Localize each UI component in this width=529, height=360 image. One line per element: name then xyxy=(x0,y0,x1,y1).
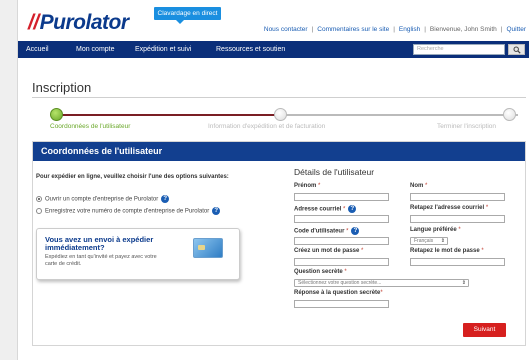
secret-answer-label: Réponse à la question secrète* xyxy=(294,290,383,296)
live-chat-button[interactable]: Clavardage en direct xyxy=(154,7,221,24)
logo-text: Purolator xyxy=(39,11,129,34)
option-register-account-label: Enregistrez votre numéro de compte d'ent… xyxy=(45,208,210,215)
chevron-updown-icon: ⇕ xyxy=(440,238,445,244)
secret-answer-field[interactable] xyxy=(294,300,389,308)
nav-item-resources[interactable]: Ressources et soutien xyxy=(216,41,285,58)
logout-link[interactable]: Quitter xyxy=(506,26,526,33)
help-icon[interactable]: ? xyxy=(161,195,170,203)
progress-remaining xyxy=(280,114,518,116)
main-nav: Accueil Mon compte Expédition et suivi R… xyxy=(18,41,529,58)
password-field[interactable] xyxy=(294,258,389,266)
user-details-title: Détails de l'utilisateur xyxy=(294,167,375,177)
divider xyxy=(32,97,526,98)
guest-shipping-promo[interactable]: Vous avez un envoi à expédier immédiatem… xyxy=(36,228,240,280)
progress-fill xyxy=(56,114,280,116)
step-2-marker xyxy=(274,108,287,121)
last-name-field[interactable] xyxy=(410,193,505,201)
step-1-marker xyxy=(50,108,63,121)
user-code-field[interactable] xyxy=(294,237,389,245)
search-icon xyxy=(513,46,521,54)
registration-panel: Coordonnées de l'utilisateur Pour expédi… xyxy=(32,141,526,346)
email-field[interactable] xyxy=(294,215,389,223)
step-3-marker xyxy=(503,108,516,121)
progress-track xyxy=(56,114,518,116)
email-confirm-label: Retapez l'adresse courriel * xyxy=(410,205,489,211)
secret-question-value: Sélectionnez votre question secrète... xyxy=(298,280,382,286)
secret-question-label: Question secrète * xyxy=(294,269,347,275)
help-icon[interactable]: ? xyxy=(351,227,360,235)
step-1-label: Coordonnées de l'utilisateur xyxy=(50,123,131,130)
search-input[interactable]: Recherche xyxy=(413,44,505,55)
option-register-account-radio[interactable] xyxy=(36,208,42,214)
option-register-account[interactable]: Enregistrez votre numéro de compte d'ent… xyxy=(45,207,221,215)
password-label: Créez un mot de passe * xyxy=(294,248,364,254)
option-open-account[interactable]: Ouvrir un compte d'entreprise de Purolat… xyxy=(45,195,170,203)
next-button[interactable]: Suivant xyxy=(463,323,506,337)
top-bar: //Purolator Clavardage en direct Nous co… xyxy=(18,0,529,41)
page-frame: //Purolator Clavardage en direct Nous co… xyxy=(17,0,529,360)
page-title: Inscription xyxy=(32,80,92,95)
user-code-label: Code d'utilisateur *? xyxy=(294,227,360,235)
feedback-link[interactable]: Commentaires sur le site xyxy=(317,26,389,33)
user-greeting: Bienvenue, John Smith xyxy=(429,26,497,33)
first-name-label: Prénom * xyxy=(294,183,321,189)
language-label: Langue préférée * xyxy=(410,227,461,233)
email-confirm-field[interactable] xyxy=(410,215,505,223)
first-name-field[interactable] xyxy=(294,193,389,201)
help-icon[interactable]: ? xyxy=(212,207,221,215)
panel-title: Coordonnées de l'utilisateur xyxy=(41,146,163,156)
options-intro: Pour expédier en ligne, veuillez choisir… xyxy=(36,174,229,180)
promo-text: Expédiez en tant qu'invité et payez avec… xyxy=(45,254,157,267)
nav-item-account[interactable]: Mon compte xyxy=(76,41,115,58)
language-value: Français xyxy=(414,238,434,244)
language-link[interactable]: English xyxy=(399,26,420,33)
credit-card-icon xyxy=(193,238,223,258)
purolator-logo[interactable]: //Purolator xyxy=(28,11,129,35)
step-3-label: Terminer l'inscription xyxy=(437,123,497,130)
password-confirm-label: Retapez le mot de passe * xyxy=(410,248,484,254)
last-name-label: Nom * xyxy=(410,183,428,189)
help-icon[interactable]: ? xyxy=(348,205,357,213)
chevron-updown-icon: ⇕ xyxy=(461,280,466,286)
search-button[interactable] xyxy=(508,44,525,55)
nav-item-home[interactable]: Accueil xyxy=(26,41,49,58)
nav-item-shipping[interactable]: Expédition et suivi xyxy=(135,41,191,58)
panel-header: Coordonnées de l'utilisateur xyxy=(33,142,525,161)
option-open-account-label: Ouvrir un compte d'entreprise de Purolat… xyxy=(45,196,159,203)
secret-question-select[interactable]: Sélectionnez votre question secrète... ⇕ xyxy=(294,279,469,287)
promo-title: Vous avez un envoi à expédier immédiatem… xyxy=(45,235,154,252)
language-select[interactable]: Français ⇕ xyxy=(410,237,448,245)
email-label: Adresse courriel *? xyxy=(294,205,357,213)
password-confirm-field[interactable] xyxy=(410,258,505,266)
step-2-label: Information d'expédition et de facturati… xyxy=(208,123,326,130)
top-links: Nous contacter | Commentaires sur le site |… xyxy=(263,26,526,33)
contact-link[interactable]: Nous contacter xyxy=(264,26,308,33)
option-open-account-radio[interactable] xyxy=(36,196,42,202)
